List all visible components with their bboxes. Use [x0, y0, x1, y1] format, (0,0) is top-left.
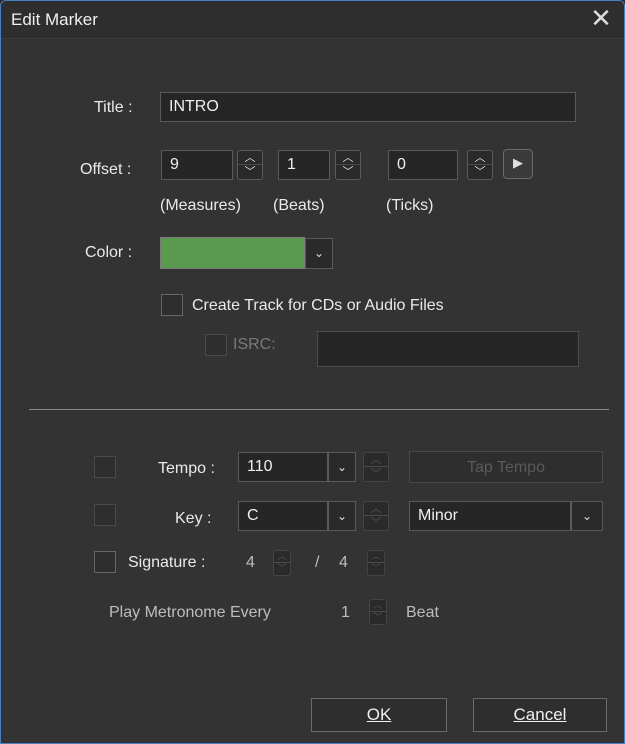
numerator-spinner[interactable]: ︿ ﹀ — [273, 550, 291, 576]
ticks-spinner[interactable]: ︿ ﹀ — [467, 150, 493, 180]
window-title: Edit Marker — [11, 10, 98, 29]
spin-up-icon[interactable]: ︿ — [364, 453, 388, 467]
beats-caption: (Beats) — [273, 197, 325, 214]
beats-spinner[interactable]: ︿ ﹀ — [335, 150, 361, 180]
title-input[interactable]: INTRO — [160, 92, 576, 122]
key-input[interactable]: C — [238, 501, 328, 531]
cd-track-checkbox[interactable] — [161, 294, 183, 316]
edit-marker-dialog: Edit Marker ✕ Title : INTRO Offset : 9 ︿… — [0, 0, 625, 744]
spin-up-icon[interactable]: ︿ — [468, 151, 492, 165]
spin-up-icon[interactable]: ︿ — [364, 502, 388, 516]
tempo-input[interactable]: 110 — [238, 452, 328, 482]
spin-up-icon[interactable]: ︿ — [368, 551, 384, 563]
measures-spinner[interactable]: ︿ ﹀ — [237, 150, 263, 180]
metronome-unit: Beat — [406, 604, 439, 621]
measures-caption: (Measures) — [160, 197, 241, 214]
isrc-checkbox[interactable] — [205, 334, 227, 356]
color-label: Color : — [85, 244, 133, 261]
play-icon[interactable]: ▶ — [503, 149, 533, 179]
chevron-down-icon[interactable]: ⌄ — [328, 501, 356, 531]
spin-up-icon[interactable]: ︿ — [370, 600, 386, 612]
key-checkbox[interactable] — [94, 504, 116, 526]
spin-down-icon[interactable]: ﹀ — [364, 516, 388, 530]
spin-down-icon[interactable]: ﹀ — [238, 165, 262, 179]
cd-track-label: Create Track for CDs or Audio Files — [192, 297, 444, 314]
beats-input[interactable]: 1 — [278, 150, 330, 180]
tempo-spinner[interactable]: ︿ ﹀ — [363, 452, 389, 482]
signature-checkbox[interactable] — [94, 551, 116, 573]
ticks-caption: (Ticks) — [386, 197, 434, 214]
tap-tempo-button[interactable]: Tap Tempo — [409, 451, 603, 483]
color-swatch[interactable] — [160, 237, 305, 269]
chevron-down-icon[interactable]: ⌄ — [571, 501, 603, 531]
spin-up-icon[interactable]: ︿ — [274, 551, 290, 563]
close-icon[interactable]: ✕ — [586, 4, 616, 34]
spin-down-icon[interactable]: ﹀ — [468, 165, 492, 179]
signature-separator: / — [315, 554, 320, 571]
spin-down-icon[interactable]: ﹀ — [274, 563, 290, 575]
ticks-input[interactable]: 0 — [388, 150, 458, 180]
key-spinner[interactable]: ︿ ﹀ — [363, 501, 389, 531]
signature-label: Signature : — [128, 554, 206, 571]
title-label: Title : — [94, 99, 133, 116]
spin-down-icon[interactable]: ﹀ — [336, 165, 360, 179]
offset-label: Offset : — [80, 161, 132, 178]
isrc-input[interactable] — [317, 331, 579, 367]
metronome-spinner[interactable]: ︿ ﹀ — [369, 599, 387, 625]
spin-down-icon[interactable]: ﹀ — [368, 563, 384, 575]
chevron-down-icon[interactable]: ⌄ — [305, 238, 333, 269]
spin-up-icon[interactable]: ︿ — [238, 151, 262, 165]
ok-button[interactable]: OK — [311, 698, 447, 732]
denominator-spinner[interactable]: ︿ ﹀ — [367, 550, 385, 576]
signature-numerator: 4 — [246, 554, 255, 571]
tempo-checkbox[interactable] — [94, 456, 116, 478]
tempo-label: Tempo : — [158, 460, 215, 477]
title-bar: Edit Marker ✕ — [1, 1, 624, 39]
chevron-down-icon[interactable]: ⌄ — [328, 452, 356, 482]
spin-down-icon[interactable]: ﹀ — [364, 467, 388, 481]
metronome-value: 1 — [341, 604, 350, 621]
isrc-label: ISRC: — [233, 336, 276, 353]
signature-denominator: 4 — [339, 554, 348, 571]
section-divider — [29, 409, 609, 410]
spin-up-icon[interactable]: ︿ — [336, 151, 360, 165]
key-label: Key : — [175, 510, 212, 527]
measures-input[interactable]: 9 — [161, 150, 233, 180]
spin-down-icon[interactable]: ﹀ — [370, 612, 386, 624]
metronome-label: Play Metronome Every — [109, 604, 271, 621]
cancel-button[interactable]: Cancel — [473, 698, 607, 732]
mode-select[interactable]: Minor — [409, 501, 571, 531]
